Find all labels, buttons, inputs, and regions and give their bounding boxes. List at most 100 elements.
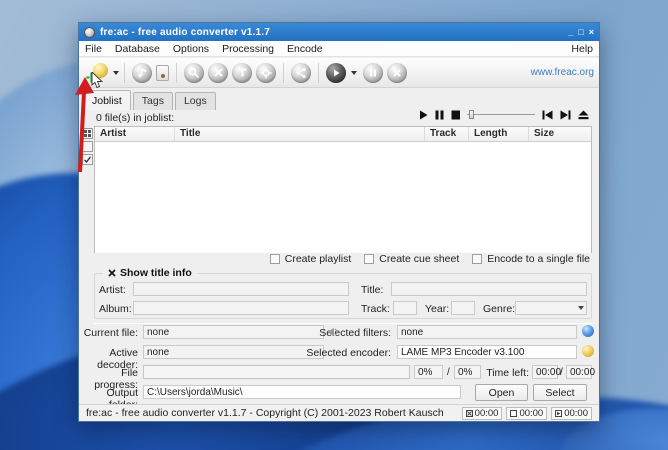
time-left-label: Time left: <box>485 367 529 379</box>
mini-pause-button[interactable] <box>435 110 444 120</box>
output-folder-combobox[interactable]: C:\Users\jorda\Music\ <box>143 385 461 399</box>
filters-info-icon[interactable] <box>582 325 594 337</box>
encoder-config-icon[interactable] <box>582 345 594 357</box>
percent-current: 0% <box>414 365 443 379</box>
column-length[interactable]: Length <box>469 127 529 141</box>
share-icon <box>295 67 307 79</box>
pause-icon <box>368 68 378 78</box>
year-label: Year: <box>425 303 449 315</box>
tab-logs[interactable]: Logs <box>175 92 216 110</box>
title-field[interactable] <box>391 282 587 296</box>
dropdown-arrow-icon <box>578 306 584 310</box>
title-info-label: Show title info <box>120 267 192 279</box>
window-title: fre:ac - free audio converter v1.1.7 <box>100 27 568 38</box>
network-share-button[interactable] <box>291 63 311 83</box>
tagging-button[interactable] <box>232 63 252 83</box>
tab-tags[interactable]: Tags <box>133 92 173 110</box>
previous-track-button[interactable] <box>542 110 553 120</box>
gear-icon <box>260 67 272 79</box>
mini-stop-button[interactable] <box>451 110 460 120</box>
open-button[interactable]: Open <box>475 384 528 401</box>
settings-tools-button[interactable] <box>208 63 228 83</box>
create-playlist-label: Create playlist <box>285 253 352 265</box>
file-progress-bar <box>143 365 410 379</box>
time-display-2: 00:00 <box>506 407 547 420</box>
column-size[interactable]: Size <box>529 127 591 141</box>
seek-slider[interactable] <box>467 109 535 120</box>
percent-total: 0% <box>454 365 481 379</box>
menu-database[interactable]: Database <box>115 43 160 55</box>
previous-icon <box>542 110 553 120</box>
column-track[interactable]: Track <box>425 127 469 141</box>
statusbar: fre:ac - free audio converter v1.1.7 - C… <box>79 404 599 421</box>
minimize-button[interactable]: _ <box>568 27 573 37</box>
collapse-x-icon[interactable] <box>108 269 116 277</box>
remove-all-button[interactable] <box>156 65 169 81</box>
close-button[interactable]: × <box>589 27 594 37</box>
joblist-body[interactable] <box>95 142 591 253</box>
create-playlist-checkbox[interactable] <box>270 254 280 264</box>
letter-t-icon <box>237 67 248 78</box>
artist-label: Artist: <box>99 284 126 296</box>
magnifier-icon <box>188 67 200 79</box>
menu-encode[interactable]: Encode <box>287 43 323 55</box>
mini-play-button[interactable] <box>419 110 428 120</box>
time-display-1: 00:00 <box>462 407 503 420</box>
record-time-icon <box>466 410 473 417</box>
app-window: fre:ac - free audio converter v1.1.7 _ □… <box>78 22 600 422</box>
tab-bar: Joblist Tags Logs <box>83 90 218 110</box>
time-display-3: 00:00 <box>551 407 592 420</box>
menu-help[interactable]: Help <box>571 43 593 55</box>
pause-button[interactable] <box>363 63 383 83</box>
eject-button[interactable] <box>578 110 589 120</box>
remove-all-icon <box>156 65 169 81</box>
album-field[interactable] <box>133 301 349 315</box>
x-icon <box>392 68 402 78</box>
title-label: Title: <box>361 284 383 296</box>
menu-options[interactable]: Options <box>173 43 209 55</box>
next-track-button[interactable] <box>560 110 571 120</box>
play-button[interactable] <box>326 63 346 83</box>
track-label: Track: <box>361 303 390 315</box>
artist-field[interactable] <box>133 282 349 296</box>
add-audio-cd-button[interactable] <box>132 63 152 83</box>
copyright-text: fre:ac - free audio converter v1.1.7 - C… <box>86 407 444 419</box>
select-button[interactable]: Select <box>533 384 587 401</box>
titlebar[interactable]: fre:ac - free audio converter v1.1.7 _ □… <box>79 23 599 41</box>
create-cue-sheet-checkbox[interactable] <box>364 254 374 264</box>
play-time-icon <box>555 410 562 417</box>
selected-filters-label: Selected filters: <box>309 327 391 339</box>
year-field[interactable] <box>451 301 475 315</box>
pause-icon <box>435 110 444 120</box>
menu-processing[interactable]: Processing <box>222 43 274 55</box>
encode-single-file-checkbox[interactable] <box>472 254 482 264</box>
time-current: 00:00 <box>532 365 558 379</box>
stop-button[interactable] <box>387 63 407 83</box>
track-field[interactable] <box>393 301 417 315</box>
toolbar-separator <box>283 63 284 83</box>
music-note-icon <box>137 67 148 78</box>
configuration-button[interactable] <box>256 63 276 83</box>
joblist-table[interactable]: Artist Title Track Length Size <box>94 126 592 253</box>
maximize-button[interactable]: □ <box>578 27 583 37</box>
next-icon <box>560 110 571 120</box>
time-total: 00:00 <box>566 365 592 379</box>
menu-file[interactable]: File <box>85 43 102 55</box>
genre-combobox[interactable] <box>515 301 587 315</box>
slider-thumb[interactable] <box>469 110 474 119</box>
selected-encoder-combobox[interactable]: LAME MP3 Encoder v3.100 <box>397 345 577 359</box>
slash: / <box>560 367 563 378</box>
add-files-dropdown-icon[interactable] <box>113 71 119 75</box>
genre-label: Genre: <box>483 303 515 315</box>
column-artist[interactable]: Artist <box>95 127 175 141</box>
stop-icon <box>451 110 460 120</box>
play-dropdown-icon[interactable] <box>351 71 357 75</box>
desktop: fre:ac - free audio converter v1.1.7 _ □… <box>0 0 668 450</box>
website-link[interactable]: www.freac.org <box>531 67 594 78</box>
toolbar-separator <box>176 63 177 83</box>
eject-icon <box>578 110 589 120</box>
column-title[interactable]: Title <box>175 127 425 141</box>
cddb-query-button[interactable] <box>184 63 204 83</box>
slider-groove <box>467 114 535 115</box>
encode-options: Create playlist Create cue sheet Encode … <box>270 253 590 265</box>
